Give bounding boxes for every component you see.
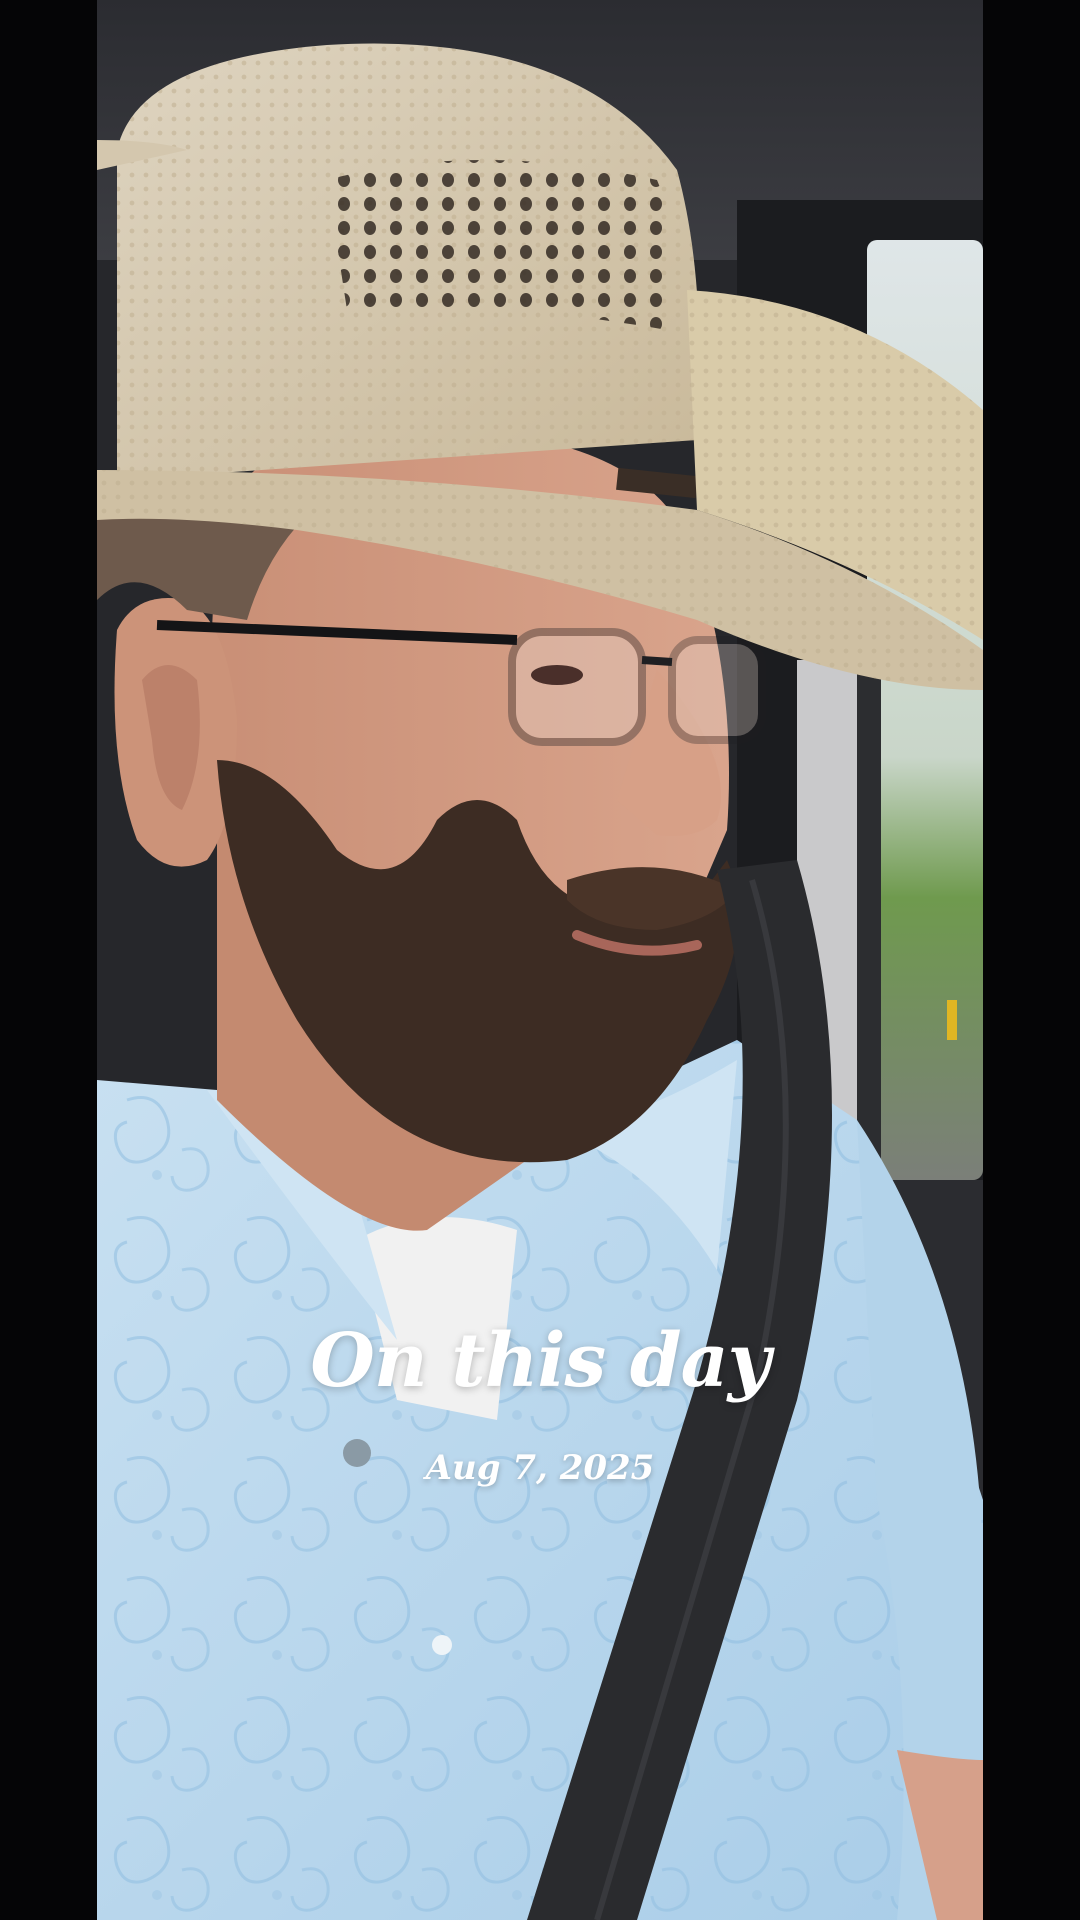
memory-photo[interactable]	[97, 0, 983, 1920]
memory-story-frame[interactable]: On this day Aug 7, 2025	[0, 0, 1080, 1920]
memory-title: On this day	[310, 1318, 770, 1404]
memory-date: Aug 7, 2025	[425, 1448, 655, 1488]
man-in-cowboy-hat-photo	[97, 0, 983, 1920]
